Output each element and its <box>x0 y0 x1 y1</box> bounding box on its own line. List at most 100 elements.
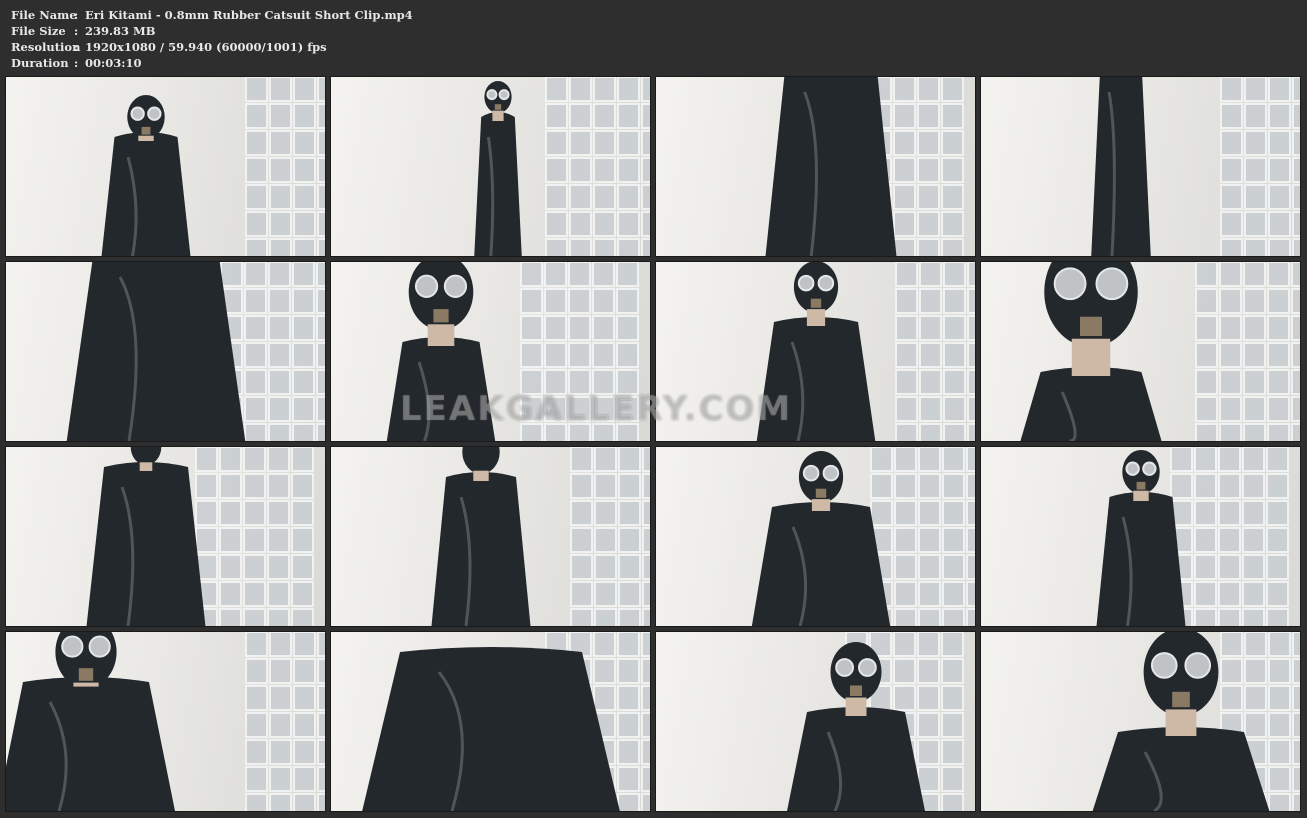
glass-block <box>520 342 543 368</box>
glass-block <box>895 423 918 441</box>
glass-block <box>616 262 639 287</box>
glass-block <box>244 342 267 368</box>
file-name-row: File Name : Eri Kitami - 0.8mm Rubber Ca… <box>11 7 413 23</box>
latex-figure <box>86 447 206 626</box>
glass-block <box>941 685 964 711</box>
neck <box>845 697 867 716</box>
glass-block <box>1267 396 1290 422</box>
glass-block <box>1242 447 1265 472</box>
glass-block <box>243 473 266 499</box>
glass-block <box>1291 396 1300 422</box>
gasmask-filter <box>78 668 94 681</box>
latex-figure <box>1020 262 1162 441</box>
glass-block <box>317 712 325 738</box>
latex-figure <box>386 262 496 441</box>
glass-block <box>570 473 593 499</box>
glass-block <box>245 712 268 738</box>
glass-block-wall <box>245 632 325 811</box>
glass-block <box>1220 238 1243 256</box>
glass-block <box>1292 712 1300 738</box>
separator: : <box>74 24 79 38</box>
glass-block <box>1292 766 1300 792</box>
glass-block <box>641 211 650 237</box>
glass-block <box>917 658 940 684</box>
glass-block <box>1244 184 1267 210</box>
glass-block <box>219 447 242 472</box>
glass-block <box>293 793 316 811</box>
thumbnail-scene <box>362 632 650 811</box>
glass-block <box>570 500 593 526</box>
glass-block <box>244 315 267 341</box>
glass-block <box>919 423 942 441</box>
glass-block <box>1170 447 1193 472</box>
glass-block <box>917 211 940 237</box>
glass-block <box>917 157 940 183</box>
glass-block <box>942 473 965 499</box>
glass-block <box>592 342 615 368</box>
glass-block <box>616 423 639 441</box>
glass-block <box>917 632 940 657</box>
glass-block <box>617 77 640 102</box>
glass-block <box>1268 766 1291 792</box>
glass-block <box>1243 342 1266 368</box>
glass-block <box>316 342 325 368</box>
glass-block <box>1220 211 1243 237</box>
glass-block <box>594 473 617 499</box>
glass-block <box>317 685 325 711</box>
glass-block <box>291 473 314 499</box>
figure-body <box>386 337 496 441</box>
glass-block <box>195 500 218 526</box>
glass-block <box>570 581 593 607</box>
thumbnail-scene <box>751 447 975 626</box>
thumbnail-scene <box>787 632 964 811</box>
separator: : <box>74 40 79 54</box>
glass-block <box>942 527 965 553</box>
glass-block <box>917 766 940 792</box>
glass-block <box>243 500 266 526</box>
glass-block <box>1195 315 1218 341</box>
glass-block <box>245 632 268 657</box>
thumbnail-scene <box>1020 262 1300 441</box>
file-size-row: File Size : 239.83 MB <box>11 23 413 39</box>
glass-block <box>641 632 650 657</box>
figure-body <box>787 707 925 811</box>
glass-block <box>617 685 640 711</box>
glass-block <box>570 608 593 626</box>
glass-block <box>1244 77 1267 102</box>
glass-block <box>1291 423 1300 441</box>
glass-block <box>1267 369 1290 395</box>
glass-block <box>1220 103 1243 129</box>
glass-block <box>894 581 917 607</box>
glass-block <box>317 658 325 684</box>
glass-block <box>292 369 315 395</box>
video-thumbnail <box>980 261 1301 442</box>
glass-block <box>1195 262 1218 287</box>
glass-block <box>1194 527 1217 553</box>
glass-block <box>618 500 641 526</box>
resolution-row: Resolution : 1920x1080 / 59.940 (60000/1… <box>11 39 413 55</box>
glass-block <box>317 157 325 183</box>
glass-block <box>568 423 591 441</box>
glass-block <box>941 211 964 237</box>
glass-block <box>291 581 314 607</box>
video-thumbnail <box>330 261 651 442</box>
glass-block <box>1242 554 1265 580</box>
glass-block <box>917 130 940 156</box>
glass-block <box>593 238 616 256</box>
glass-block <box>568 396 591 422</box>
figure-body <box>1092 727 1270 811</box>
glass-block <box>618 473 641 499</box>
glass-block <box>268 396 291 422</box>
glass-block <box>617 238 640 256</box>
thumbnail-scene <box>6 632 325 811</box>
glass-block <box>569 184 592 210</box>
glass-block <box>267 500 290 526</box>
glass-block <box>1292 157 1300 183</box>
glass-block <box>1244 658 1267 684</box>
glass-block <box>1220 632 1243 657</box>
glass-block <box>267 473 290 499</box>
glass-block <box>941 793 964 811</box>
glass-block <box>1267 315 1290 341</box>
glass-block <box>642 473 650 499</box>
glass-block <box>293 632 316 657</box>
